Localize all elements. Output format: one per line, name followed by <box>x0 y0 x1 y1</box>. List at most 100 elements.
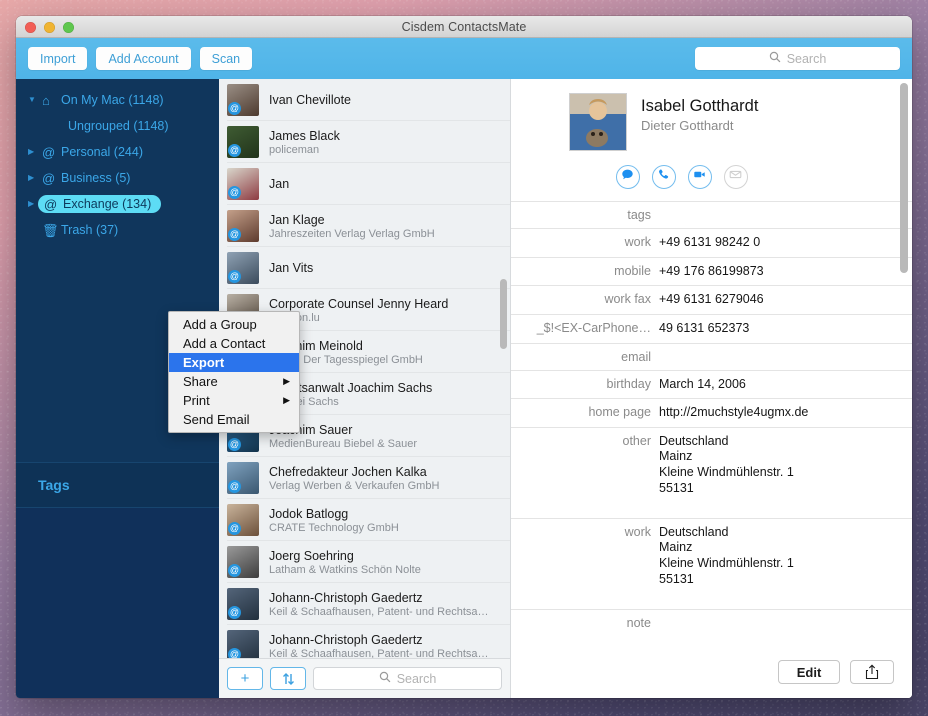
detail-field-row: mobile +49 176 86199873 <box>511 256 912 286</box>
sidebar-item-label: Personal (244) <box>61 145 143 159</box>
contact-list-item[interactable]: @ Jodok Batlogg CRATE Technology GmbH <box>219 499 510 541</box>
sidebar-item-on[interactable]: ⌂ On My Mac (1148) <box>16 87 219 113</box>
disclosure-triangle-icon[interactable] <box>28 96 42 104</box>
context-menu-item-print[interactable]: Print ▶ <box>169 391 299 410</box>
sidebar-item-exchange[interactable]: @ Exchange (134) <box>16 191 219 217</box>
sidebar-item-label: On My Mac (1148) <box>61 93 164 107</box>
context-menu[interactable]: Add a Group Add a Contact Export Share ▶ Prin… <box>168 311 300 433</box>
sort-button[interactable] <box>270 667 306 690</box>
contact-photo <box>569 93 627 151</box>
contact-name: Jan Vits <box>269 261 314 275</box>
detail-field-label: work <box>624 235 651 249</box>
add-account-button[interactable]: Add Account <box>96 47 191 70</box>
contact-name: Johann-Christoph Gaedertz <box>269 632 423 647</box>
context-menu-item-add-a-group[interactable]: Add a Group <box>169 315 299 334</box>
submenu-arrow-icon: ▶ <box>283 376 290 386</box>
message-button[interactable] <box>615 165 640 189</box>
contact-list-item[interactable]: @ Chefredakteur Jochen Kalka Verlag Werben… <box>219 457 510 499</box>
exchange-account-badge-icon: @ <box>228 186 241 199</box>
sidebar-item-ungrouped[interactable]: Ungrouped (1148) <box>16 113 219 139</box>
main-toolbar: Import Add Account Scan Search <box>16 38 912 79</box>
minimize-button[interactable] <box>44 22 55 33</box>
source-pill: ⌂ On My Mac (1148) <box>42 93 164 107</box>
disclosure-triangle-icon[interactable] <box>28 174 42 182</box>
contact-list-search-input[interactable]: Search <box>313 667 502 690</box>
disclosure-triangle-icon[interactable] <box>28 148 42 156</box>
context-menu-item-send-email[interactable]: Send Email <box>169 410 299 429</box>
contact-text: Corporate Counsel Jenny Heardamazon.lu <box>269 297 500 324</box>
sidebar-item-label: Business (5) <box>61 171 131 185</box>
edit-button[interactable]: Edit <box>778 660 840 684</box>
window-titlebar: Cisdem ContactsMate <box>16 16 912 38</box>
contact-text: Johann-Christoph Gaedertz Keil & Schaafha… <box>269 633 500 659</box>
contact-name: Jan <box>269 177 290 191</box>
import-button[interactable]: Import <box>28 47 88 70</box>
add-contact-button[interactable]: + <box>227 667 263 690</box>
contact-name: Jan Klage <box>269 212 325 227</box>
contact-text: Jan Vits <box>269 261 500 275</box>
at-icon: @ <box>42 144 56 160</box>
share-button[interactable] <box>850 660 894 684</box>
contact-list-scrollbar[interactable] <box>500 279 507 349</box>
context-menu-item-export[interactable]: Export <box>169 353 299 372</box>
exchange-account-badge-icon: @ <box>228 102 241 115</box>
source-pill: @ Personal (244) <box>42 145 143 159</box>
contact-organization: Kanzlei Sachs <box>269 395 339 408</box>
detail-field-row: work fax +49 6131 6279046 <box>511 285 912 314</box>
detail-field-value: Deutschland Mainz Kleine Windmühlenstr. … <box>659 524 794 586</box>
window-content: ⌂ On My Mac (1148) Ungrouped (1148) @ Person… <box>16 79 912 698</box>
context-menu-item-add-a-contact[interactable]: Add a Contact <box>169 334 299 353</box>
contact-list-item[interactable]: @ Jan Vits <box>219 247 510 289</box>
window-controls[interactable] <box>25 22 74 33</box>
app-window: Cisdem ContactsMate Import Add Account S… <box>16 16 912 698</box>
close-button[interactable] <box>25 22 36 33</box>
detail-field-label: email <box>621 349 651 364</box>
exchange-account-badge-icon: @ <box>228 270 241 283</box>
contact-list-item[interactable]: @ Johann-Christoph Gaedertz Keil & Schaafh… <box>219 625 510 658</box>
detail-field-value: March 14, 2006 <box>659 376 746 391</box>
contact-list-item[interactable]: @ Ivan Chevillote <box>219 79 510 121</box>
detail-field-label: home page <box>588 405 651 420</box>
context-menu-item-share[interactable]: Share ▶ <box>169 372 299 391</box>
avatar: @ <box>227 252 259 284</box>
contact-text: Jan <box>269 177 500 191</box>
detail-field-label: note <box>626 615 651 630</box>
tags-section-header: Tags <box>16 462 219 508</box>
exchange-account-badge-icon: @ <box>228 144 241 157</box>
sidebar-item-trash[interactable]: 🗑 Trash (37) <box>16 217 219 243</box>
contact-name: Joerg Soehring <box>269 548 354 563</box>
sidebar-item-personal[interactable]: @ Personal (244) <box>16 139 219 165</box>
window-title: Cisdem ContactsMate <box>401 19 527 34</box>
contact-list-item[interactable]: @ James Black policeman <box>219 121 510 163</box>
detail-field-value: +49 6131 98242 0 <box>659 235 761 249</box>
video-button[interactable] <box>687 165 712 189</box>
contact-list-toolbar: + Search <box>219 658 510 698</box>
maximize-button[interactable] <box>63 22 74 33</box>
contact-text: Joachim Sauer MedienBureau Biebel & Sauer <box>269 423 500 450</box>
contact-list-item[interactable]: @ Jan <box>219 163 510 205</box>
at-icon: @ <box>42 170 56 186</box>
global-search-input[interactable]: Search <box>695 47 900 70</box>
sidebar-item-business[interactable]: @ Business (5) <box>16 165 219 191</box>
detail-field-row: birthday March 14, 2006 <box>511 369 912 399</box>
contact-text: Ivan Chevillote <box>269 93 500 107</box>
contact-list-item[interactable]: @ Jan Klage Jahreszeiten Verlag Verlag Gmb… <box>219 205 510 247</box>
tags-section-body <box>16 508 219 698</box>
contact-list-item[interactable]: @ Joerg Soehring Latham & Watkins Schön No… <box>219 541 510 583</box>
context-menu-item-label: Print <box>183 393 210 408</box>
contact-text: Jodok Batlogg CRATE Technology GmbH <box>269 507 500 534</box>
phone-button[interactable] <box>651 165 676 189</box>
contact-list-item[interactable]: @ Johann-Christoph Gaedertz Keil & Schaafh… <box>219 583 510 625</box>
avatar: @ <box>227 168 259 200</box>
contact-text: Joachim Meinold Verlag Der Tagesspiegel G… <box>269 339 500 366</box>
selected-source-pill: @ Exchange (134) <box>38 195 162 213</box>
context-menu-item-label: Send Email <box>183 412 250 427</box>
email-button <box>723 165 748 189</box>
detail-field-label: tags <box>627 208 651 222</box>
contact-organization: Verlag Der Tagesspiegel GmbH <box>269 353 423 366</box>
contact-organization: Jahreszeiten Verlag Verlag GmbH <box>269 227 435 240</box>
sidebar-item-label: Exchange (134) <box>63 197 152 211</box>
scan-button[interactable]: Scan <box>199 47 253 70</box>
contact-detail-column: Isabel Gotthardt Dieter Gotthardt tags wo… <box>511 79 912 698</box>
detail-scrollbar[interactable] <box>900 83 908 273</box>
